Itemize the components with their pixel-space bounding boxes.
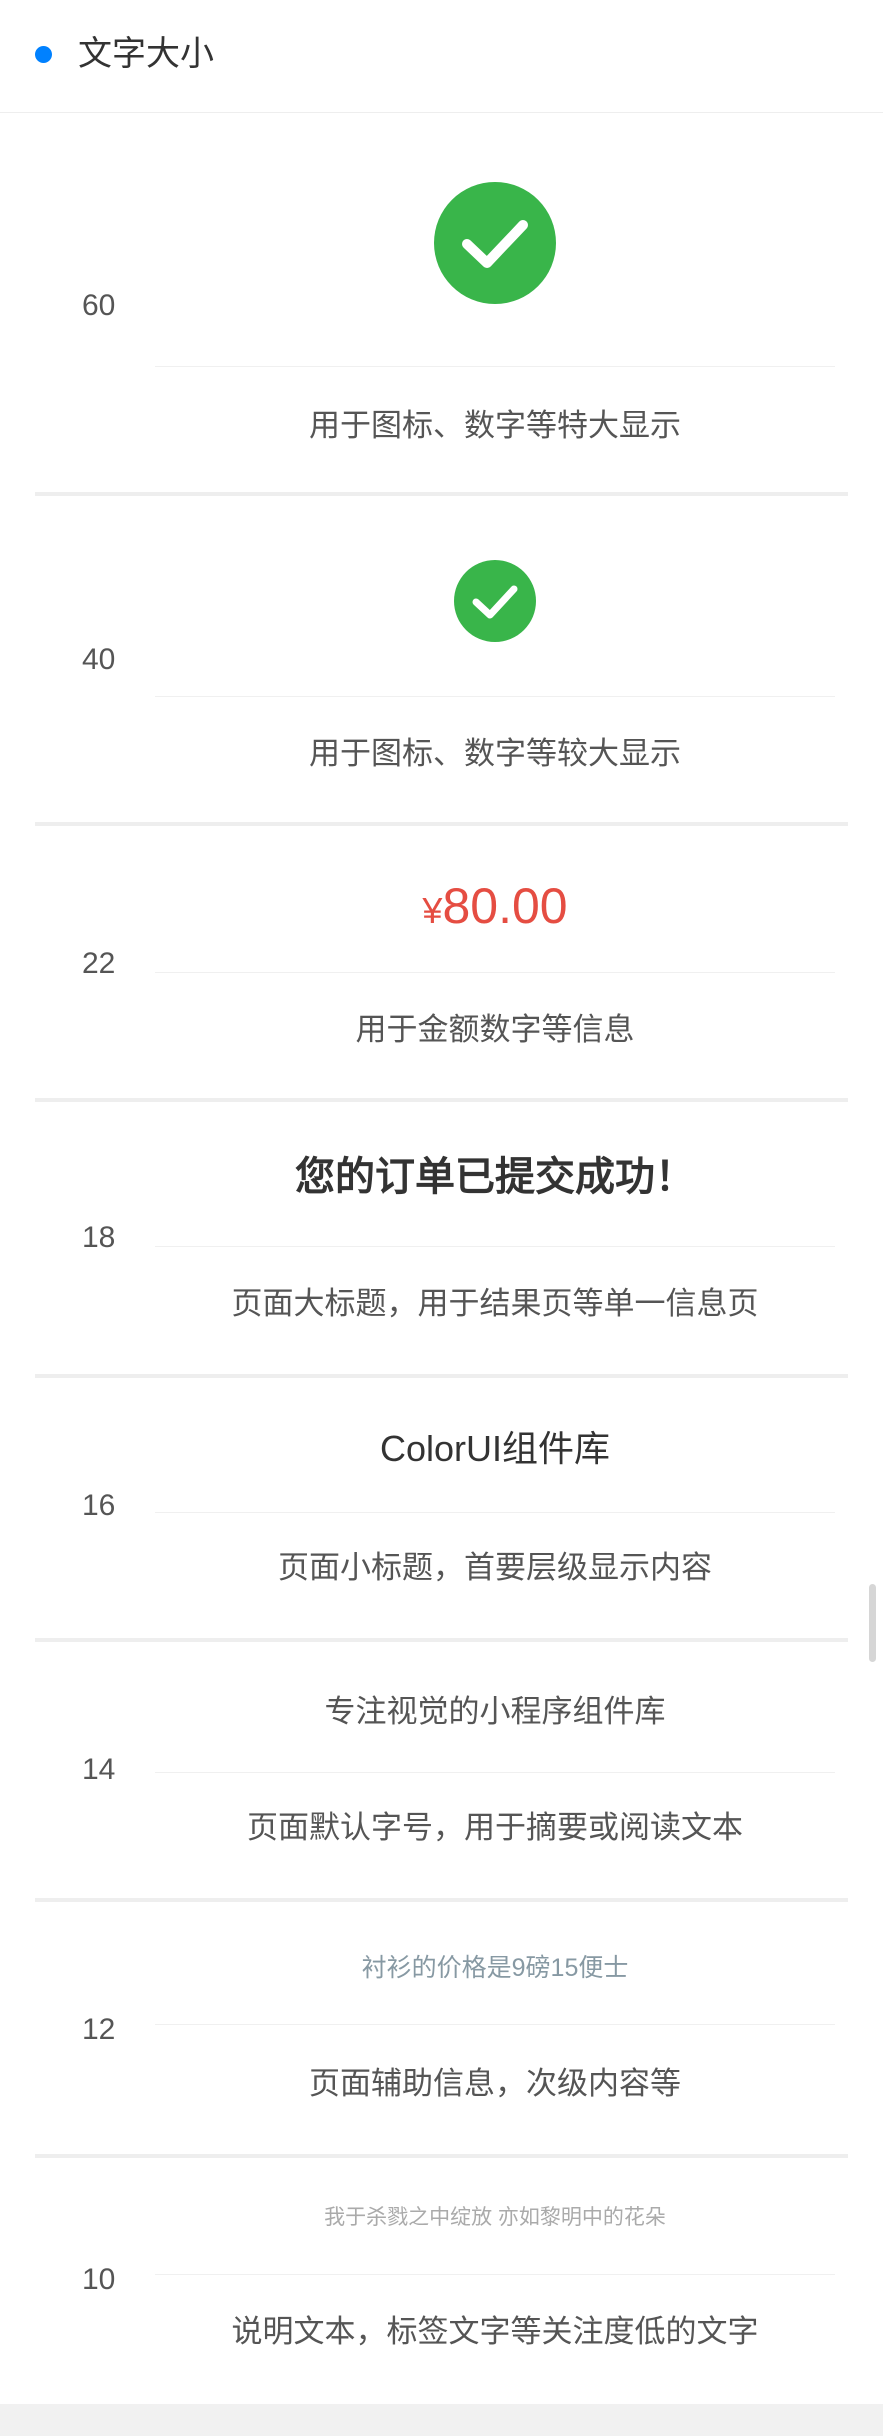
section-title: 文字大小 bbox=[78, 35, 214, 73]
divider bbox=[155, 2024, 835, 2025]
sample-text-12: 衬衫的价格是9磅15便士 bbox=[361, 1954, 629, 1982]
font-size-row-10: 我于杀戮之中绽放 亦如黎明中的花朵 10 说明文本，标签文字等关注度低的文字 bbox=[0, 2158, 883, 2404]
sample-60 bbox=[155, 182, 835, 309]
font-size-row-16: ColorUI组件库 16 页面小标题，首要层级显示内容 bbox=[0, 1378, 883, 1638]
size-label: 40 bbox=[82, 643, 116, 676]
section-header: 文字大小 bbox=[0, 0, 883, 113]
font-size-row-40: 40 用于图标、数字等较大显示 bbox=[0, 496, 883, 822]
size-label: 22 bbox=[82, 947, 116, 980]
font-size-row-60: 60 用于图标、数字等特大显示 bbox=[0, 112, 883, 492]
size-label: 10 bbox=[82, 2263, 116, 2296]
price-sample: ¥80.00 bbox=[155, 876, 835, 941]
divider bbox=[155, 1246, 835, 1247]
sample-text-10: 我于杀戮之中绽放 亦如黎明中的花朵 bbox=[324, 2206, 666, 2229]
size-label: 16 bbox=[82, 1489, 116, 1522]
font-size-row-14: 专注视觉的小程序组件库 14 页面默认字号，用于摘要或阅读文本 bbox=[0, 1642, 883, 1898]
divider bbox=[155, 972, 835, 973]
page-bottom-background bbox=[0, 2404, 883, 2436]
size-description: 说明文本，标签文字等关注度低的文字 bbox=[231, 2314, 759, 2349]
check-circle-icon bbox=[454, 560, 536, 642]
size-description: 页面大标题，用于结果页等单一信息页 bbox=[231, 1286, 759, 1321]
size-description: 页面小标题，首要层级显示内容 bbox=[278, 1550, 712, 1585]
sample-40 bbox=[155, 560, 835, 647]
price-amount: 80.00 bbox=[442, 878, 568, 934]
currency-symbol: ¥ bbox=[422, 890, 443, 931]
size-description: 用于图标、数字等特大显示 bbox=[309, 408, 681, 443]
check-circle-icon bbox=[434, 182, 556, 304]
divider bbox=[155, 1512, 835, 1513]
size-description: 用于金额数字等信息 bbox=[355, 1012, 635, 1047]
font-size-row-18: 您的订单已提交成功！ 18 页面大标题，用于结果页等单一信息页 bbox=[0, 1102, 883, 1374]
divider bbox=[155, 2274, 835, 2275]
font-size-row-22: ¥80.00 22 用于金额数字等信息 bbox=[0, 826, 883, 1098]
size-label: 60 bbox=[82, 289, 116, 322]
size-label: 12 bbox=[82, 2013, 116, 2046]
font-size-row-12: 衬衫的价格是9磅15便士 12 页面辅助信息，次级内容等 bbox=[0, 1902, 883, 2154]
size-description: 用于图标、数字等较大显示 bbox=[309, 736, 681, 771]
sample-text-16: ColorUI组件库 bbox=[379, 1428, 611, 1469]
size-label: 14 bbox=[82, 1753, 116, 1786]
section-dot-icon bbox=[35, 46, 52, 63]
divider bbox=[155, 696, 835, 697]
size-description: 页面默认字号，用于摘要或阅读文本 bbox=[247, 1810, 743, 1845]
sample-text-18: 您的订单已提交成功！ bbox=[295, 1155, 695, 1199]
size-description: 页面辅助信息，次级内容等 bbox=[309, 2066, 681, 2101]
size-label: 18 bbox=[82, 1221, 116, 1254]
sample-text-14: 专注视觉的小程序组件库 bbox=[324, 1694, 666, 1729]
divider bbox=[155, 1772, 835, 1773]
scrollbar-thumb[interactable] bbox=[869, 1584, 876, 1662]
divider bbox=[155, 366, 835, 367]
